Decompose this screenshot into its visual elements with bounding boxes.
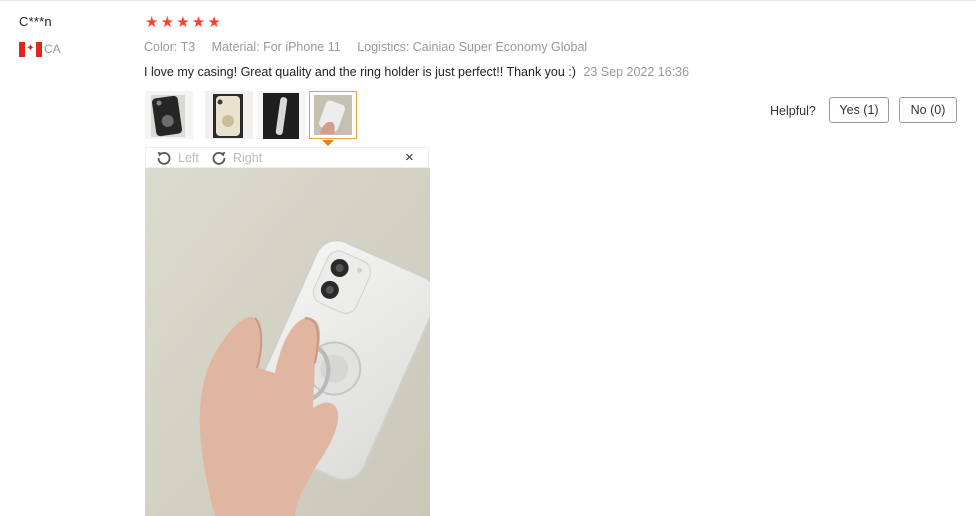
star-rating: ★ ★ ★ ★ ★ — [145, 15, 223, 30]
close-icon[interactable]: × — [405, 149, 414, 167]
star-icon: ★ — [145, 14, 159, 31]
attr-material-value: For iPhone 11 — [263, 40, 341, 54]
review-photo-thumbnail[interactable] — [205, 91, 253, 139]
photo-viewer-toolbar: Left Right × — [145, 147, 429, 168]
helpful-yes-button[interactable]: Yes (1) — [829, 97, 889, 123]
rotate-left-icon — [157, 151, 171, 165]
review-photo-thumbnail[interactable] — [145, 91, 193, 139]
reviewer-name: C***n — [19, 14, 52, 29]
star-icon: ★ — [160, 14, 175, 31]
rotate-left-label: Left — [178, 151, 199, 165]
helpful-label: Helpful? — [770, 104, 816, 118]
rotate-left-button[interactable]: Left — [156, 150, 199, 166]
attr-logistics-key: Logistics: — [357, 40, 410, 54]
review-photo-large — [145, 168, 430, 516]
review-text: I love my casing! Great quality and the … — [144, 65, 576, 79]
attr-color-key: Color: — [144, 40, 178, 54]
review-date: 23 Sep 2022 16:36 — [583, 65, 690, 79]
reviewer-country: ✦ CA — [19, 41, 61, 57]
review-content: I love my casing! Great quality and the … — [144, 65, 689, 79]
star-icon: ★ — [207, 14, 221, 31]
selected-thumbnail-pointer — [322, 140, 334, 146]
attr-color-value: T3 — [180, 40, 196, 54]
star-icon: ★ — [176, 14, 190, 31]
review-photo-thumbnail-selected[interactable] — [309, 91, 357, 139]
attr-logistics-value: Cainiao Super Economy Global — [412, 40, 588, 54]
review-photo-thumbnail[interactable] — [257, 91, 305, 139]
country-code: CA — [44, 42, 61, 56]
photo-viewer: Left Right × — [145, 147, 430, 516]
canada-flag-icon: ✦ — [19, 41, 42, 57]
rotate-right-button[interactable]: Right — [211, 150, 262, 166]
top-divider — [0, 0, 976, 1]
product-attributes: Color: T3 Material: For iPhone 11 Logist… — [144, 40, 600, 54]
star-icon: ★ — [191, 14, 206, 31]
rotate-right-label: Right — [233, 151, 263, 165]
rotate-right-icon — [212, 151, 226, 165]
helpful-no-button[interactable]: No (0) — [899, 97, 957, 123]
attr-material-key: Material: — [211, 40, 260, 54]
